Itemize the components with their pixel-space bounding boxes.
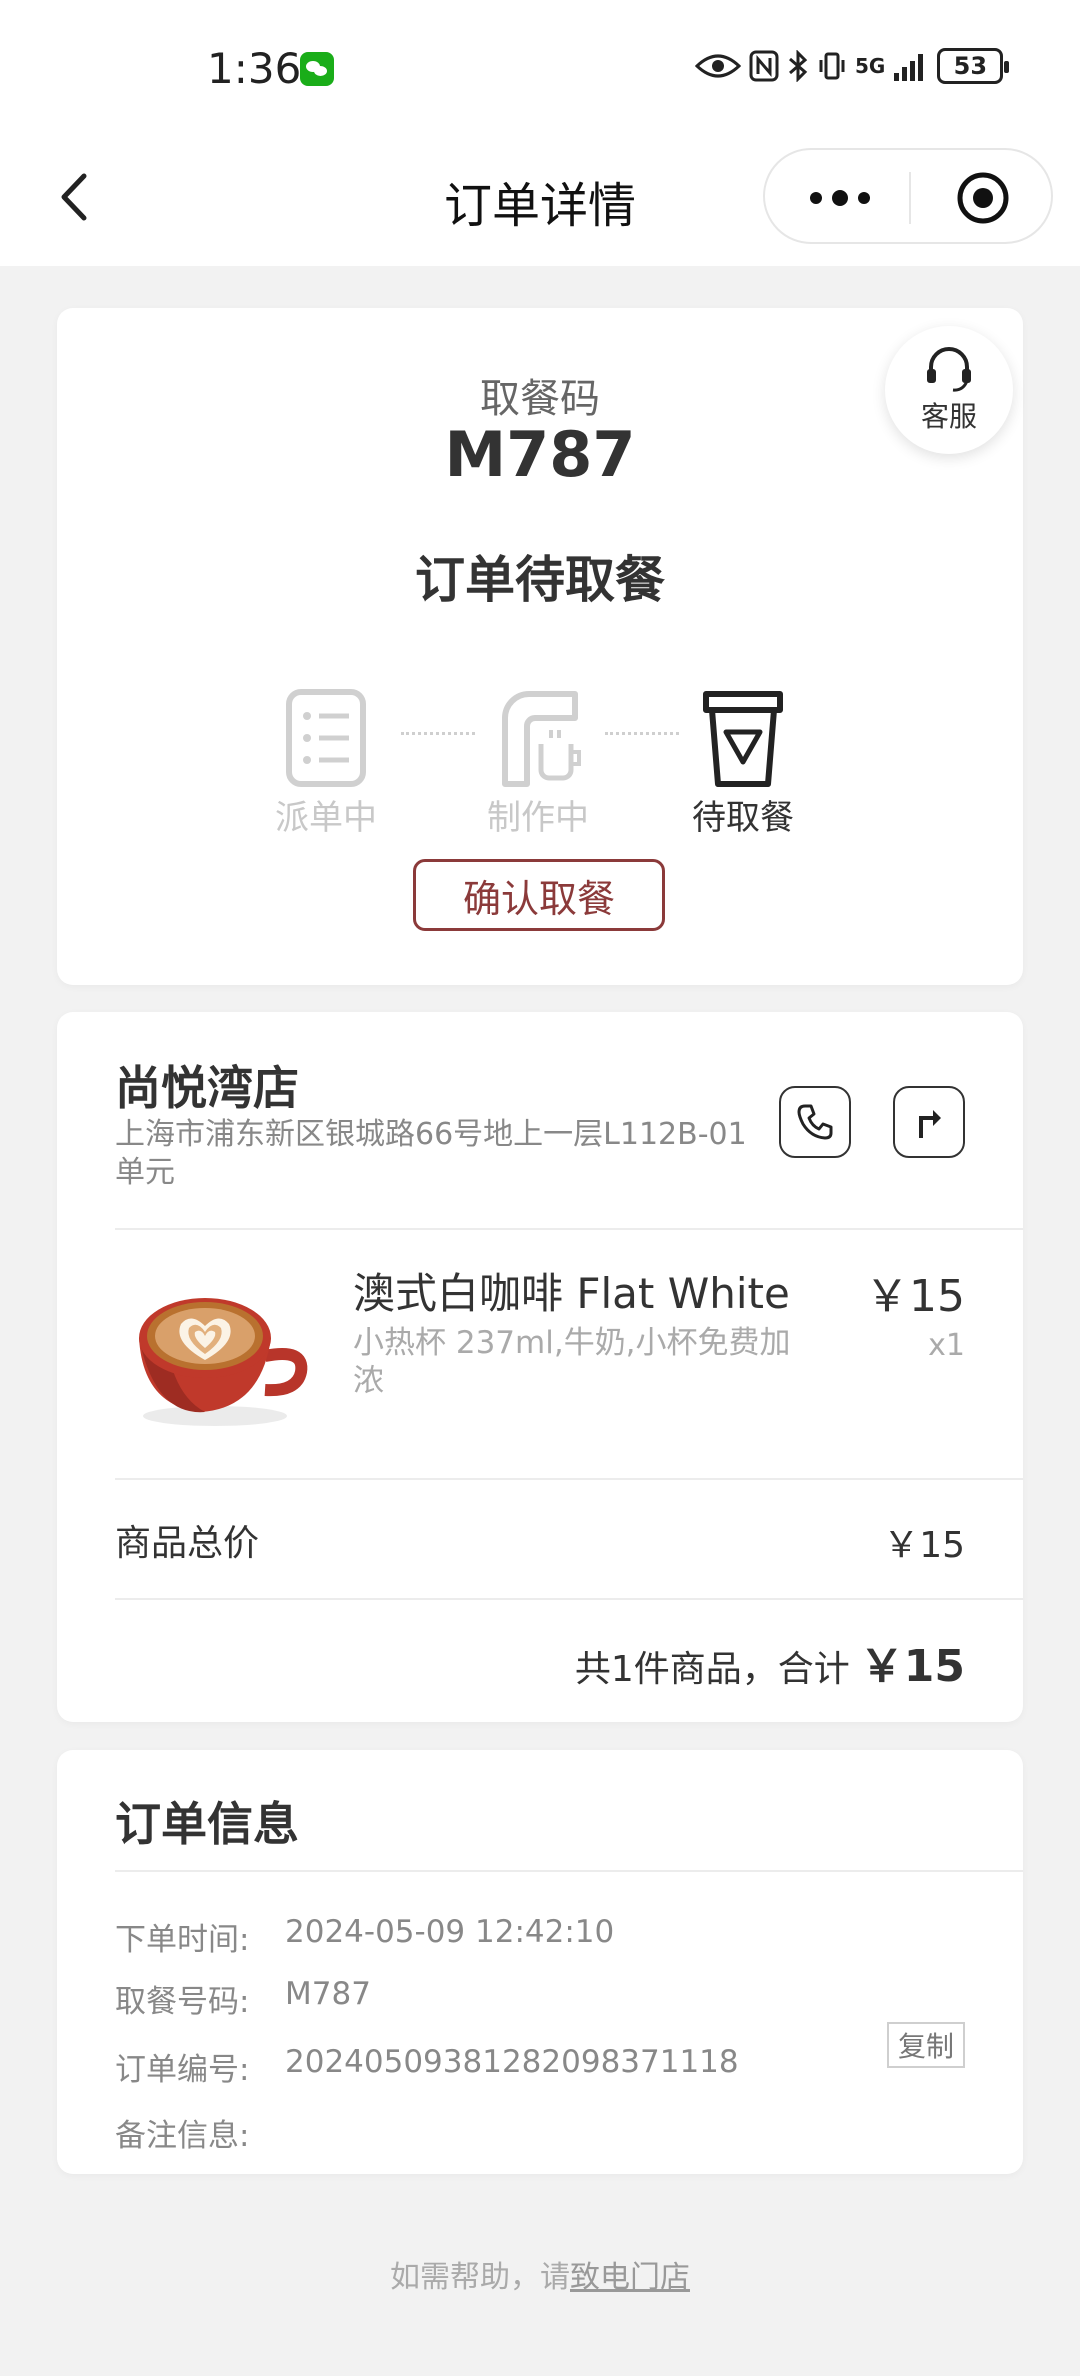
- back-icon[interactable]: [40, 162, 110, 232]
- store-card: 尚悦湾店 上海市浦东新区银城路66号地上一层L112B-01单元 澳式白咖啡 F…: [57, 1012, 1023, 1722]
- wechat-icon: [300, 52, 334, 86]
- step-dispatching: 派单中: [261, 688, 391, 839]
- status-time: 1:36: [207, 44, 302, 93]
- store-address: 上海市浦东新区银城路66号地上一层L112B-01单元: [115, 1117, 747, 1190]
- info-key: 取餐号码:: [115, 1984, 250, 2020]
- navigate-button[interactable]: [893, 1086, 965, 1158]
- divider: [115, 1228, 1023, 1230]
- order-total: 共1件商品，合计 ￥15: [575, 1630, 965, 1694]
- order-status: 订单待取餐: [415, 551, 665, 609]
- headset-icon: [927, 347, 971, 392]
- info-key: 下单时间:: [115, 1922, 250, 1958]
- coffee-machine-icon: [502, 691, 581, 787]
- nfc-icon: [749, 50, 779, 82]
- pickup-number-row: 取餐号码: M787: [115, 1976, 371, 2021]
- order-info-title: 订单信息: [115, 1797, 299, 1851]
- order-time-row: 下单时间: 2024-05-09 12:42:10: [115, 1914, 614, 1959]
- capsule-divider: [909, 172, 911, 224]
- help-footer: 如需帮助，请致电门店: [0, 2252, 1080, 2296]
- status-bar: 1:36 5G 53: [0, 0, 1080, 140]
- status-icons: 5G 53: [695, 46, 1010, 86]
- confirm-pickup-button[interactable]: 确认取餐: [413, 859, 665, 931]
- product-price: ￥15: [865, 1271, 965, 1322]
- divider: [115, 1598, 1023, 1600]
- product-spec: 小热杯 237ml,牛奶,小杯免费加浓: [353, 1325, 791, 1399]
- divider: [115, 1478, 1023, 1480]
- close-target-icon[interactable]: [955, 170, 1011, 226]
- directions-icon: [919, 1110, 941, 1138]
- customer-service-button[interactable]: 客服: [885, 326, 1013, 454]
- info-key: 备注信息:: [115, 2118, 250, 2154]
- pickup-code: M787: [444, 418, 636, 491]
- subtotal-label: 商品总价: [115, 1523, 260, 1564]
- copy-order-number-button[interactable]: 复制: [887, 2022, 965, 2068]
- step-label: 制作中: [487, 798, 589, 838]
- cup-icon: [703, 691, 783, 787]
- bluetooth-icon: [789, 50, 808, 82]
- more-icon[interactable]: [800, 176, 880, 220]
- signal-icon: [894, 54, 924, 81]
- pickup-card: 取餐码 M787 订单待取餐 客服 派单中 制作中 待取餐 确认取餐: [57, 308, 1023, 985]
- remark-row: 备注信息:: [115, 2110, 285, 2155]
- step-connector: [605, 732, 679, 735]
- phone-icon: [797, 1104, 833, 1140]
- store-name: 尚悦湾店: [115, 1061, 299, 1115]
- mini-program-capsule: [763, 148, 1053, 244]
- step-preparing: 制作中: [473, 688, 603, 839]
- step-label: 派单中: [275, 798, 377, 838]
- product-name: 澳式白咖啡 Flat White: [353, 1269, 790, 1318]
- subtotal-value: ￥15: [883, 1525, 965, 1566]
- customer-service-label: 客服: [920, 400, 977, 433]
- battery-icon: 53: [937, 48, 1010, 84]
- call-store-button[interactable]: [779, 1086, 851, 1158]
- eye-icon: [695, 54, 741, 78]
- info-value: 20240509381282098371118: [285, 2044, 739, 2080]
- total-prefix: 共1件商品，合计: [574, 1649, 850, 1690]
- step-label: 待取餐: [692, 798, 794, 838]
- pickup-code-label: 取餐码: [480, 376, 600, 422]
- step-ready-pickup: 待取餐: [678, 688, 808, 839]
- total-amount: ￥15: [859, 1641, 965, 1692]
- vibrate-icon: [819, 52, 845, 80]
- step-connector: [401, 732, 475, 735]
- help-text: 如需帮助，请: [390, 2260, 570, 2295]
- info-value: 2024-05-09 12:42:10: [285, 1914, 615, 1950]
- info-value: M787: [285, 1976, 371, 2012]
- list-icon: [286, 689, 366, 787]
- page-title: 订单详情: [443, 178, 636, 234]
- nav-bar: 订单详情: [0, 140, 1080, 266]
- info-key: 订单编号:: [115, 2052, 250, 2088]
- order-info-card: 订单信息 下单时间: 2024-05-09 12:42:10 取餐号码: M78…: [57, 1750, 1023, 2174]
- battery-level: 53: [953, 52, 988, 80]
- divider: [115, 1870, 1023, 1872]
- flat-white-image: [139, 1298, 308, 1426]
- network-label: 5G: [855, 54, 886, 78]
- order-number-row: 订单编号: 20240509381282098371118: [115, 2044, 739, 2089]
- product-quantity: x1: [928, 1328, 965, 1363]
- call-store-link[interactable]: 致电门店: [570, 2260, 690, 2295]
